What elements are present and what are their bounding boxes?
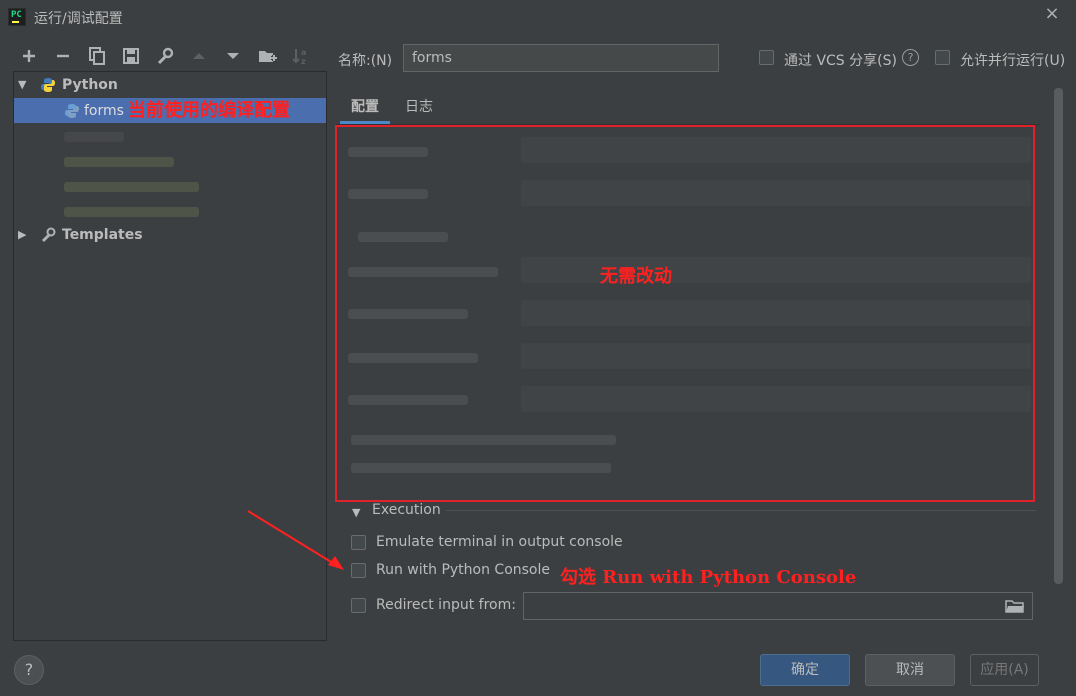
move-up-icon[interactable] [188,45,210,67]
emulate-terminal-label: Emulate terminal in output console [376,534,623,550]
tab-logs[interactable]: 日志 [405,96,433,116]
annotation-current-config: 当前使用的编译配置 [128,100,290,121]
share-vcs-checkbox[interactable] [759,50,774,65]
remove-icon[interactable] [52,45,74,67]
run-python-console-checkbox[interactable] [351,563,366,578]
move-down-icon[interactable] [222,45,244,67]
redirect-input-field[interactable] [523,592,1033,620]
blurred-tree-item [64,182,199,192]
blurred-tree-item [64,207,199,217]
collapse-arrow-icon[interactable]: ▶ [18,229,30,241]
run-python-console-label: Run with Python Console [376,562,551,578]
blurred-tree-item [64,157,174,167]
redirect-input-label: Redirect input from: [376,597,516,613]
title-bar [0,0,1076,34]
help-button[interactable]: ? [14,655,44,685]
tree-item-python[interactable]: ▼ Python [14,73,326,97]
blurred-tree-item [64,132,124,142]
ok-button[interactable]: 确定 [760,654,850,686]
save-icon[interactable] [120,45,142,67]
window-title: 运行/调试配置 [34,11,123,27]
copy-icon[interactable] [86,45,108,67]
add-icon[interactable] [18,45,40,67]
name-label: 名称:(N) [338,53,393,69]
tree-item-label: Python [62,77,118,93]
section-collapse-arrow-icon[interactable]: ▼ [352,506,360,519]
tree-item-label: Templates [62,227,143,243]
tree-item-templates[interactable]: ▶ Templates [14,223,326,247]
annotation-arrow [247,510,344,570]
cancel-button[interactable]: 取消 [865,654,955,686]
tree-item-label: forms [84,103,124,119]
apply-button[interactable]: 应用(A) [970,654,1039,686]
vertical-scrollbar[interactable] [1054,88,1063,584]
svg-text:a: a [301,48,306,57]
close-icon[interactable]: × [1042,4,1062,24]
redirect-input-checkbox[interactable] [351,598,366,613]
annotation-red-box [335,125,1035,502]
folder-browse-icon[interactable] [1005,598,1025,614]
sort-icon[interactable]: az [290,45,312,67]
allow-parallel-label: 允许并行运行(U) [960,53,1066,69]
new-folder-icon[interactable] [256,45,278,67]
python-icon [40,77,56,101]
name-input[interactable] [403,44,719,72]
help-question-icon[interactable]: ? [902,49,919,66]
annotation-no-change: 无需改动 [600,266,672,287]
python-script-icon [64,103,80,127]
emulate-terminal-checkbox[interactable] [351,535,366,550]
wrench-icon [40,227,56,251]
annotation-check-option: 勾选 Run with Python Console [560,567,857,588]
allow-parallel-checkbox[interactable] [935,50,950,65]
section-divider [446,510,1036,511]
svg-text:z: z [301,57,306,66]
share-vcs-label: 通过 VCS 分享(S) [784,53,897,69]
wrench-icon[interactable] [154,45,176,67]
execution-section-title: Execution [372,502,441,518]
tab-config[interactable]: 配置 [351,96,379,116]
expand-arrow-icon[interactable]: ▼ [18,79,30,91]
pycharm-logo-icon: PC [8,8,26,26]
